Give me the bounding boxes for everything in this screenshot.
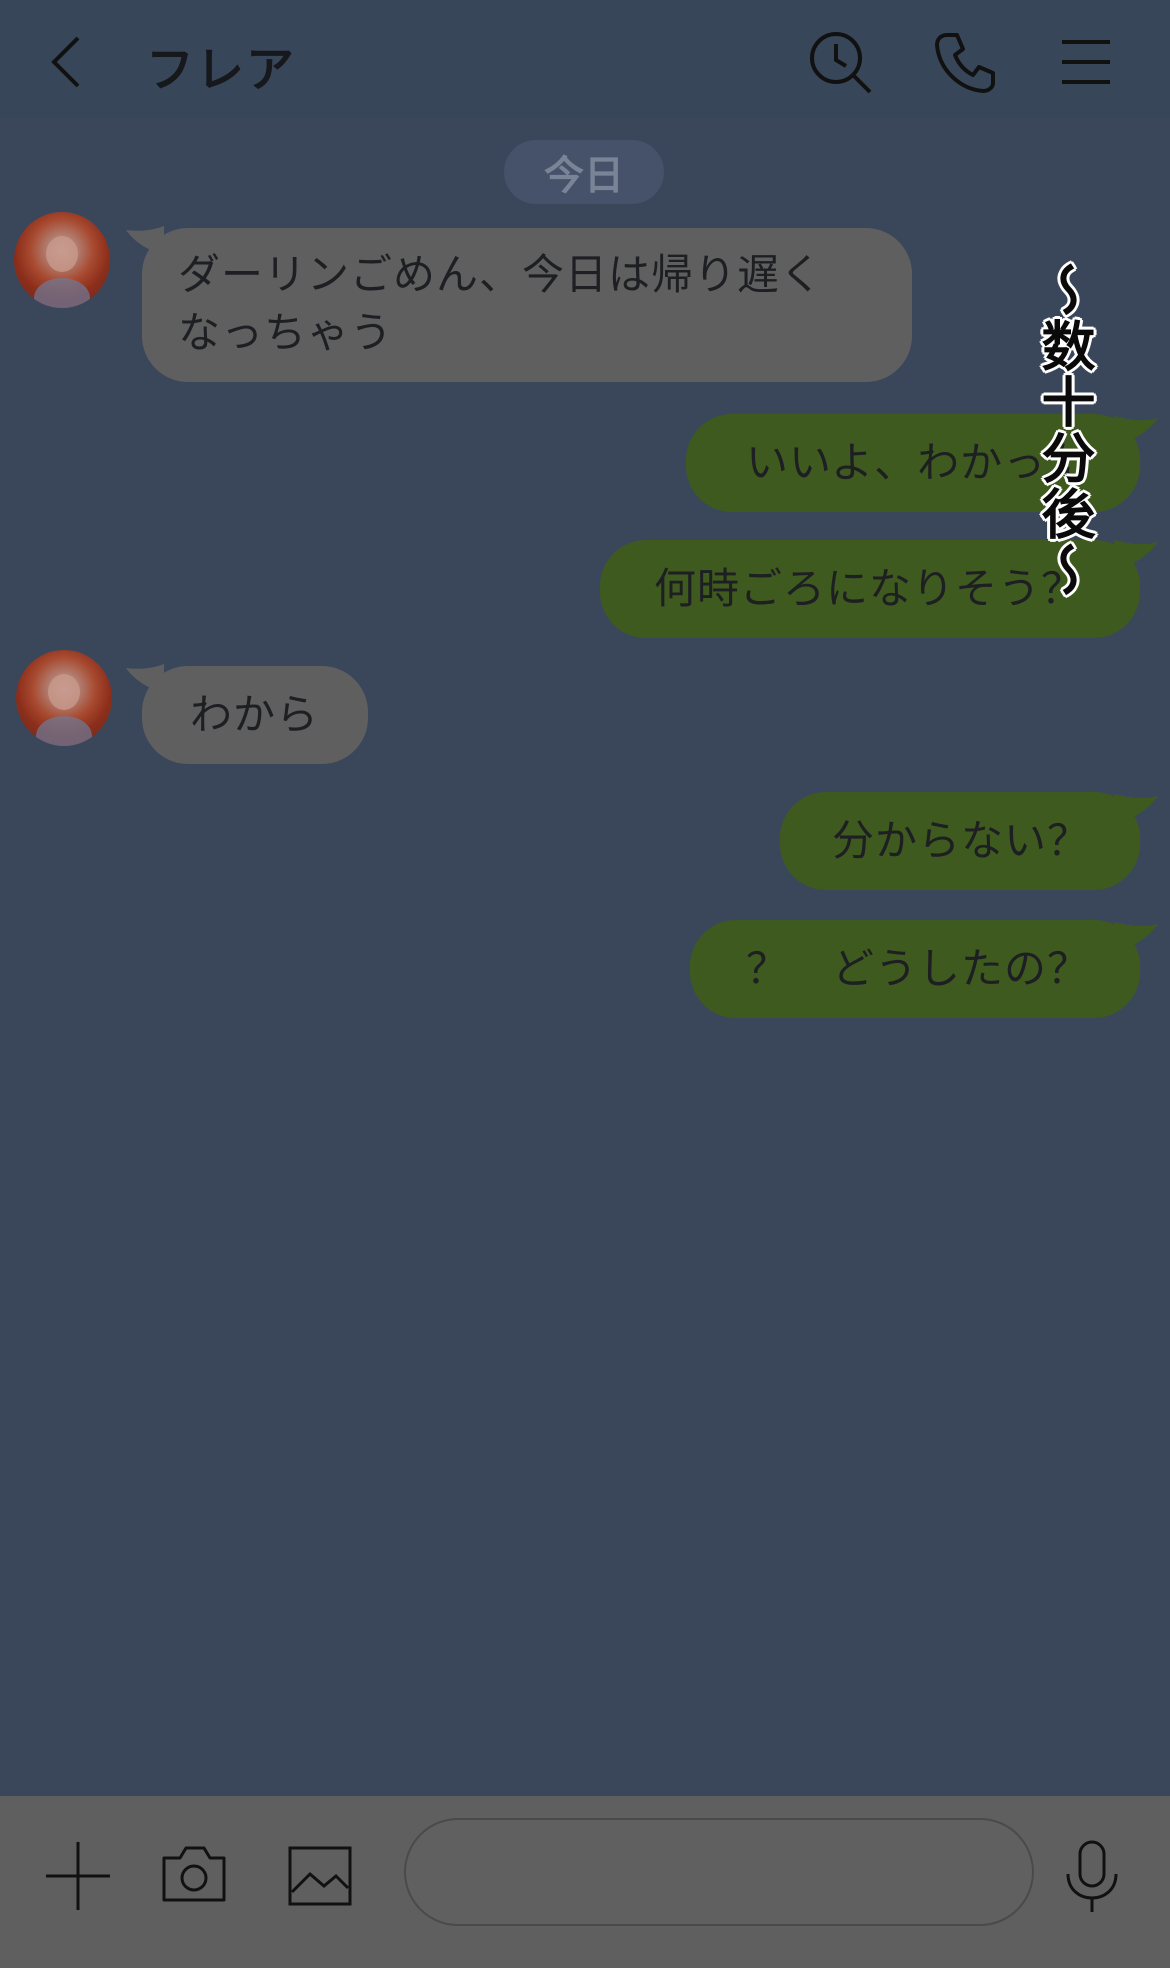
camera-button[interactable]: [154, 1836, 234, 1916]
search-history-icon: [810, 32, 872, 94]
image-button[interactable]: [280, 1836, 360, 1916]
message-bubble-incoming[interactable]: わから: [142, 666, 368, 764]
date-separator: 今日: [504, 140, 664, 204]
menu-button[interactable]: [1046, 22, 1126, 102]
overlay-caption: 〜数十分後〜: [1032, 262, 1096, 598]
message-bubble-outgoing[interactable]: 分からない？: [780, 792, 1140, 890]
plus-icon: [46, 1842, 110, 1910]
voice-button[interactable]: [1052, 1836, 1132, 1916]
microphone-icon: [1066, 1840, 1118, 1912]
message-bubble-incoming[interactable]: ダーリンごめん、今日は帰り遅く なっちゃう: [142, 228, 912, 382]
back-icon: [51, 36, 80, 88]
back-button[interactable]: [28, 22, 108, 102]
search-button[interactable]: [800, 22, 880, 102]
message-bubble-outgoing[interactable]: ？ どうしたの？: [690, 920, 1140, 1018]
menu-icon: [1062, 40, 1110, 84]
plus-button[interactable]: [38, 1836, 118, 1916]
chat-header: フレア: [0, 0, 1170, 118]
avatar[interactable]: [16, 650, 112, 746]
call-button[interactable]: [926, 22, 1006, 102]
chat-title: フレア: [146, 42, 297, 98]
avatar[interactable]: [14, 212, 110, 308]
camera-icon: [162, 1846, 226, 1902]
message-input[interactable]: [404, 1818, 1034, 1926]
image-icon: [288, 1846, 352, 1906]
phone-icon: [935, 33, 995, 93]
